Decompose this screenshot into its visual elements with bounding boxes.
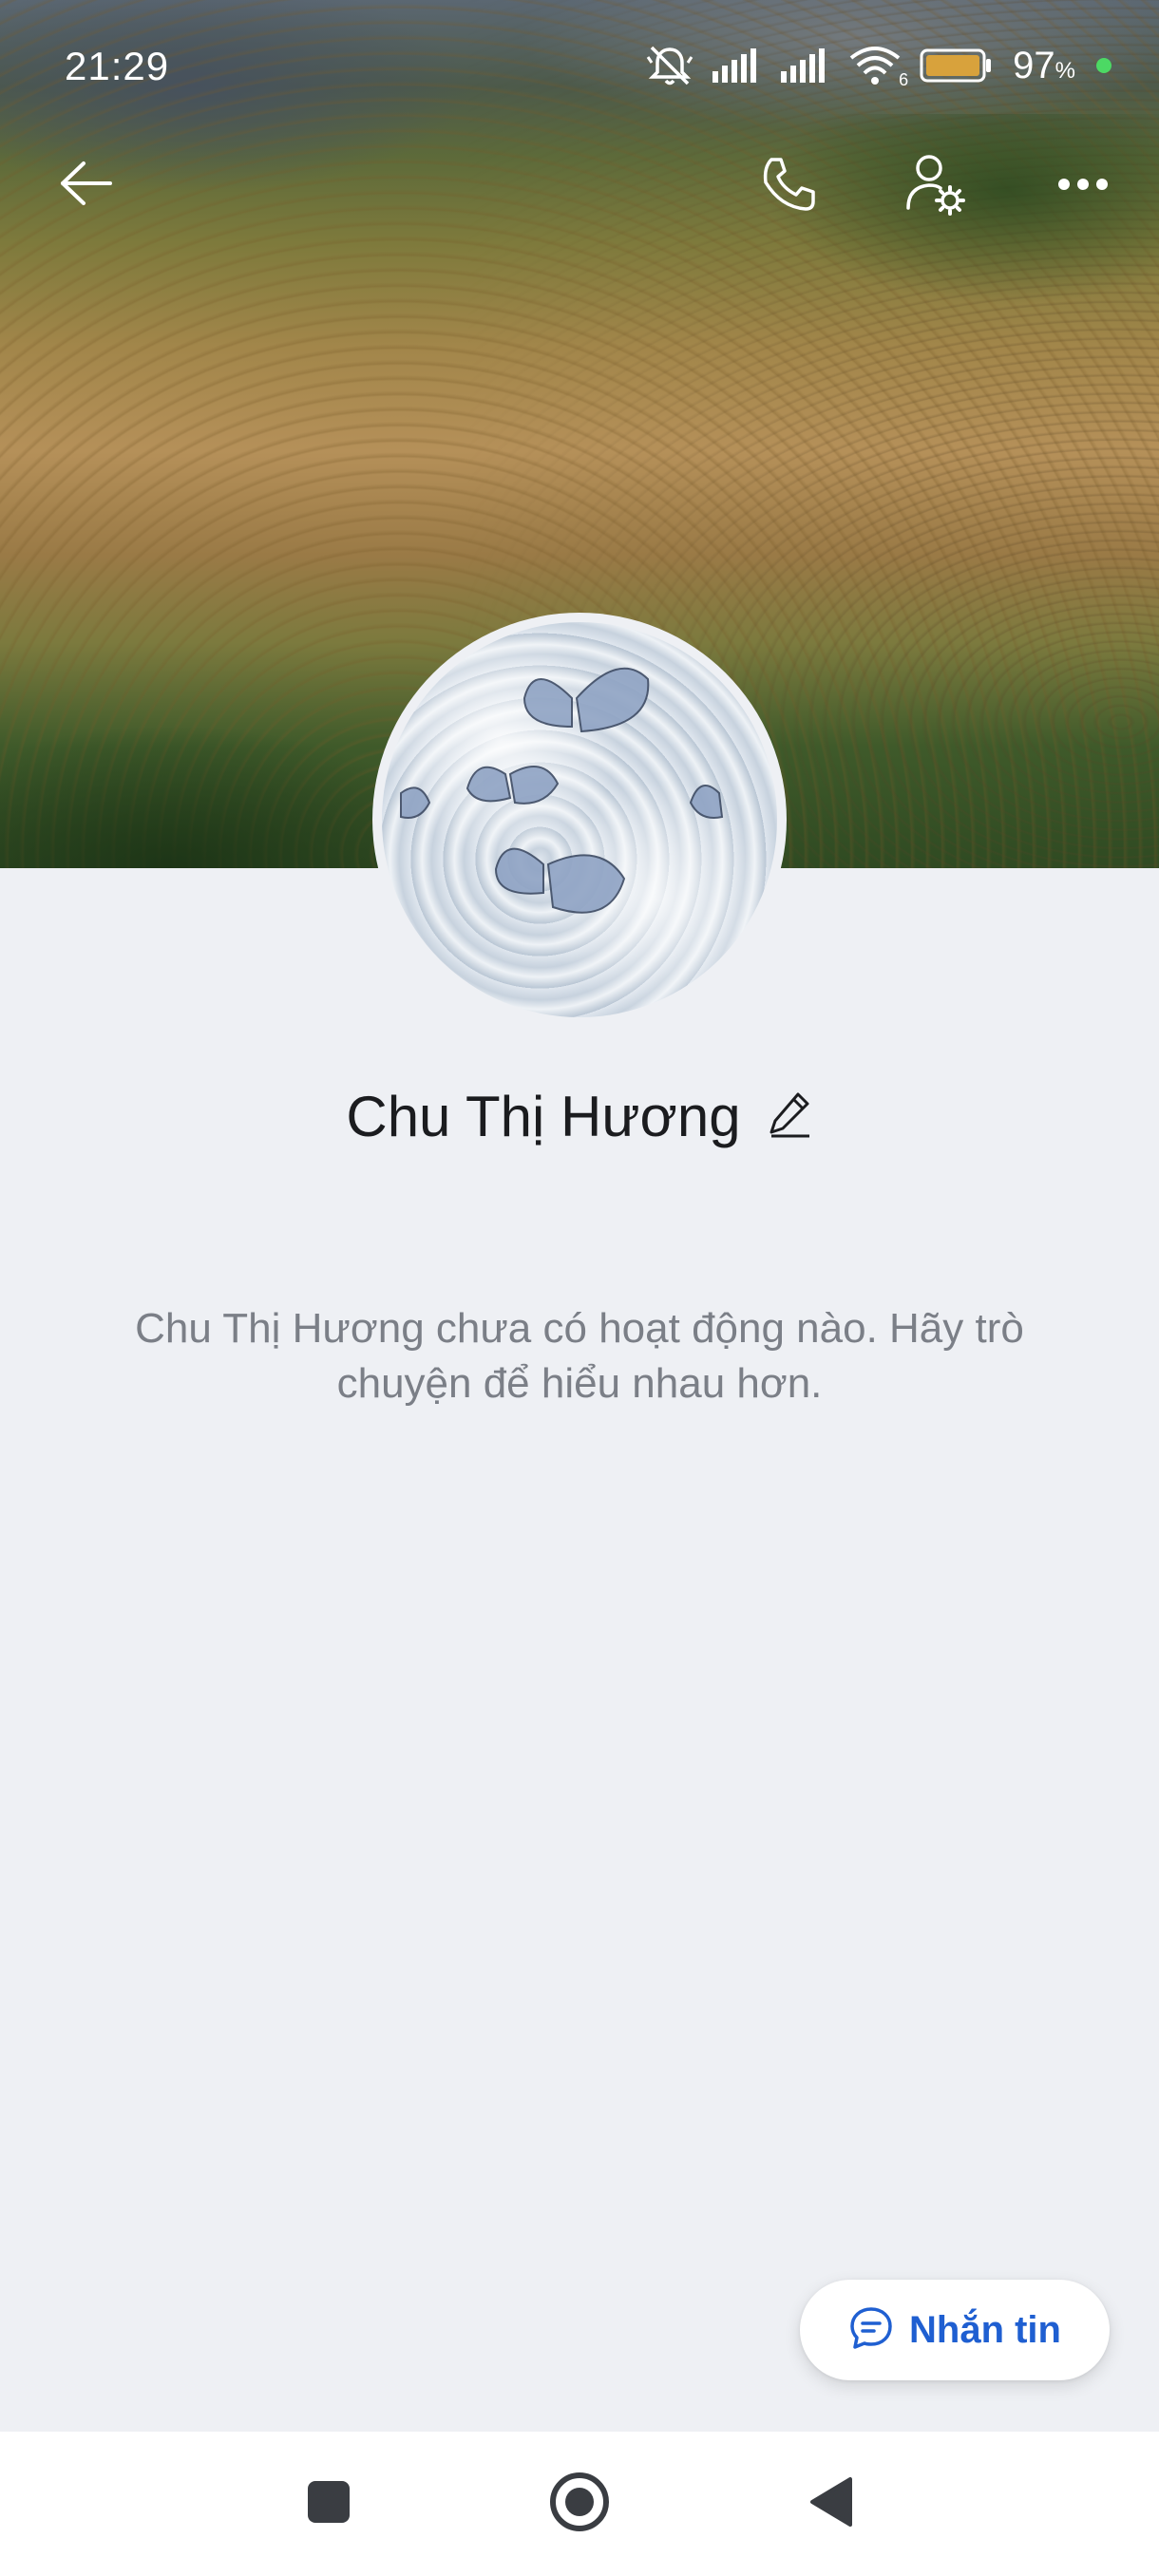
profile-name: Chu Thị Hương xyxy=(346,1084,741,1148)
user-settings-icon xyxy=(902,151,969,222)
home-button[interactable] xyxy=(545,2470,614,2538)
recent-apps-button[interactable] xyxy=(294,2470,363,2538)
home-icon xyxy=(547,2470,612,2539)
avatar-image xyxy=(382,622,777,1017)
more-options-button[interactable] xyxy=(1045,158,1121,215)
status-time: 21:29 xyxy=(65,44,170,88)
battery-percent-unit: % xyxy=(1054,57,1075,84)
phone-icon xyxy=(758,154,819,219)
back-arrow-icon xyxy=(57,160,114,212)
status-icons: 6 97% xyxy=(646,42,1112,89)
edit-name-button[interactable] xyxy=(766,1092,813,1140)
profile-name-row: Chu Thị Hương xyxy=(0,1073,1159,1159)
signal-icon xyxy=(711,47,762,85)
wifi-badge: 6 xyxy=(899,70,909,89)
more-icon xyxy=(1056,177,1110,197)
empty-activity-message: Chu Thị Hương chưa có hoạt động nào. Hãy… xyxy=(135,1305,1024,1407)
mute-icon xyxy=(646,44,694,87)
system-nav-bar xyxy=(0,2432,1159,2576)
chat-bubble-icon xyxy=(848,2305,894,2356)
call-button[interactable] xyxy=(750,150,826,222)
profile-avatar[interactable] xyxy=(372,613,787,1027)
user-settings-button[interactable] xyxy=(898,148,974,224)
message-button[interactable]: Nhắn tin xyxy=(800,2280,1110,2380)
battery-percent-value: 97 xyxy=(1013,44,1055,86)
battery-percent: 97% xyxy=(1013,45,1075,87)
butterfly-artwork xyxy=(400,667,724,914)
pencil-icon xyxy=(768,1090,811,1143)
back-icon xyxy=(807,2475,854,2533)
signal-icon xyxy=(779,47,830,85)
recent-apps-icon xyxy=(306,2479,352,2529)
battery-icon xyxy=(920,47,992,85)
status-bar: 21:29 6 97% xyxy=(0,0,1159,133)
privacy-indicator-dot xyxy=(1096,58,1112,73)
nav-back-button[interactable] xyxy=(796,2470,864,2538)
top-action-bar xyxy=(0,142,1159,228)
wifi-icon: 6 xyxy=(847,45,908,89)
message-button-label: Nhắn tin xyxy=(909,2308,1061,2351)
back-button[interactable] xyxy=(48,152,124,218)
